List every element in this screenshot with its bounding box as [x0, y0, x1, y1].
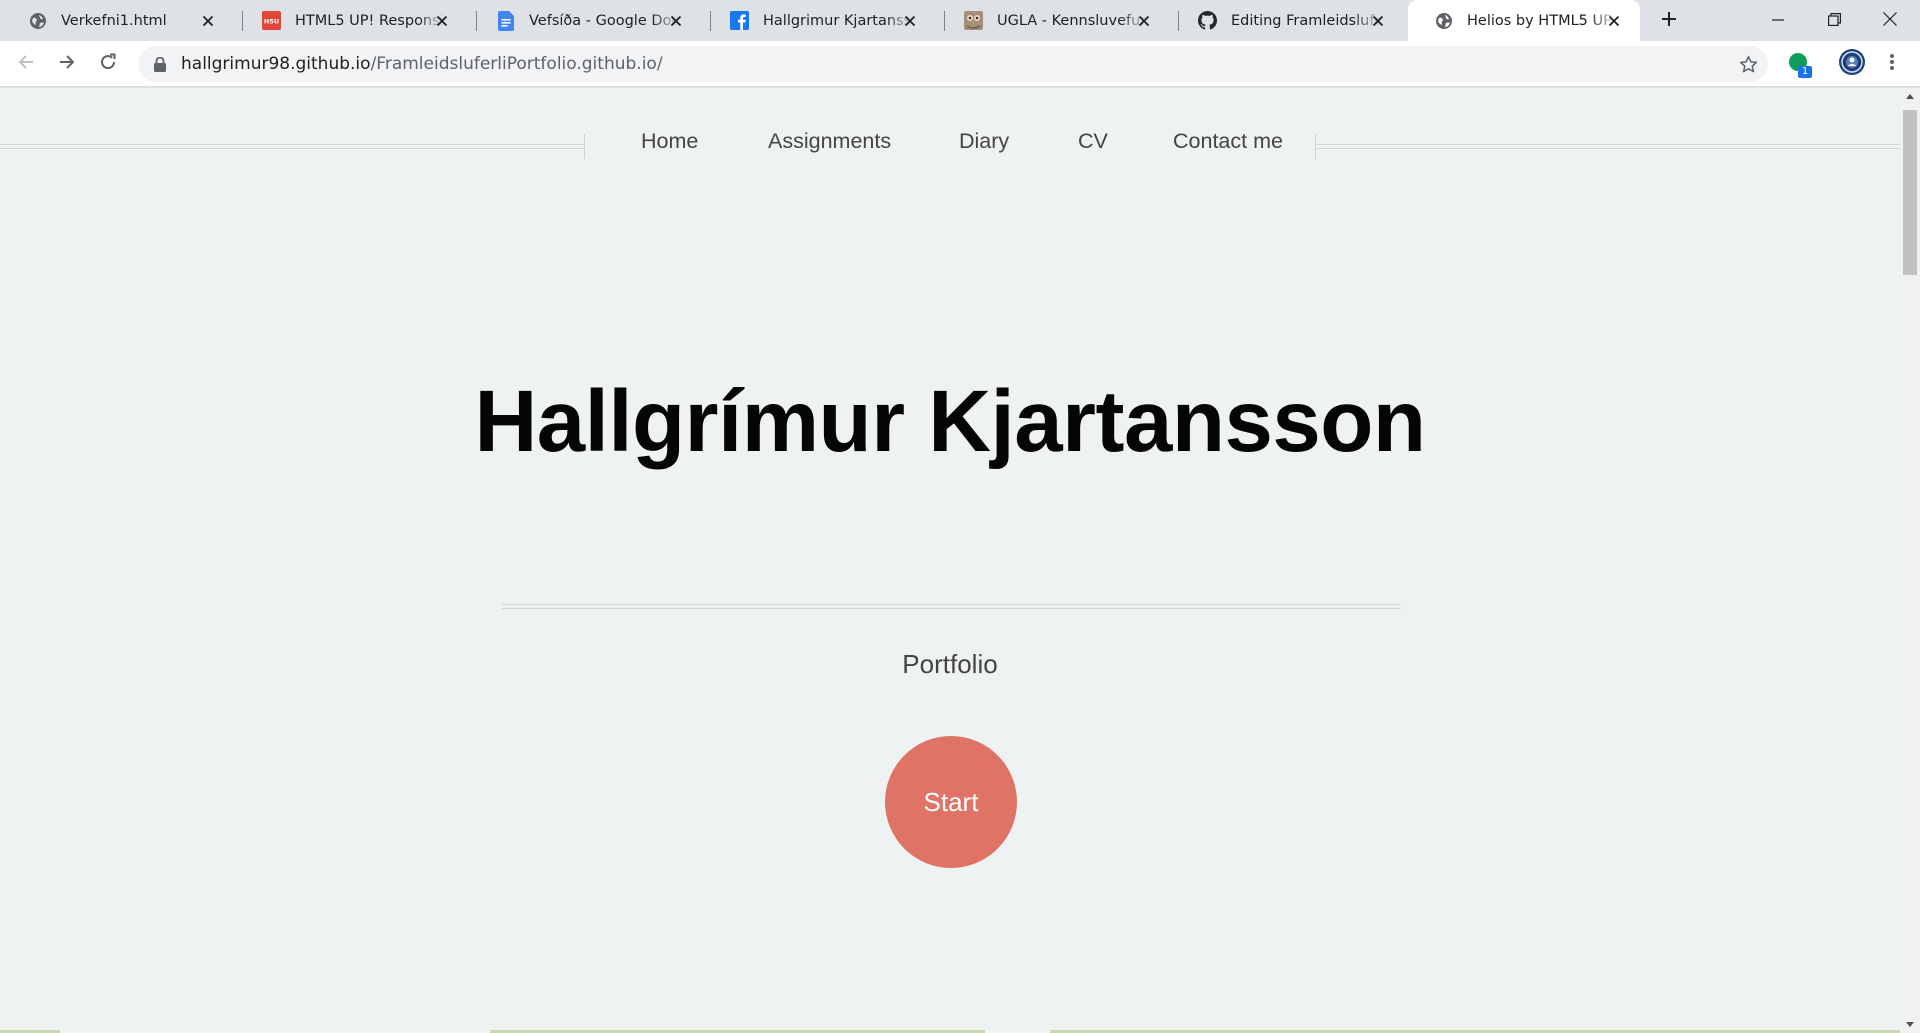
- url-text: hallgrimur98.github.io/FramleidsluferliP…: [181, 54, 663, 74]
- facebook-icon: [730, 11, 749, 30]
- close-icon[interactable]: [198, 11, 218, 31]
- nav-home[interactable]: Home: [641, 130, 698, 153]
- close-icon[interactable]: [666, 11, 686, 31]
- back-arrow-icon: [17, 53, 35, 75]
- ugla-icon: [964, 11, 983, 30]
- minimize-icon: [1772, 11, 1784, 30]
- reload-icon: [99, 53, 117, 75]
- close-window-icon: [1883, 11, 1897, 30]
- close-window-button[interactable]: [1862, 0, 1918, 41]
- minimize-button[interactable]: [1750, 0, 1806, 41]
- page-viewport: Home Assignments Diary CV Contact me Hal…: [0, 88, 1920, 1033]
- nav-assignments[interactable]: Assignments: [768, 130, 891, 153]
- tab-github[interactable]: Editing Framleidsluferli: [1172, 0, 1404, 41]
- tab-verkefni[interactable]: Verkefni1.html: [2, 0, 234, 41]
- nav-divider-tick: [1315, 134, 1316, 159]
- scroll-up-arrow[interactable]: [1900, 88, 1920, 105]
- close-icon[interactable]: [1368, 11, 1388, 31]
- tab-title: Helios by HTML5 UP: [1467, 12, 1612, 29]
- browser-toolbar: hallgrimur98.github.io/FramleidsluferliP…: [0, 41, 1920, 87]
- tab-google-docs[interactable]: Vefsíða - Google Docs: [470, 0, 702, 41]
- tab-strip: Verkefni1.html H5U HTML5 UP! Responsive …: [0, 0, 1920, 41]
- restore-icon: [1827, 11, 1841, 30]
- url-host: hallgrimur98.github.io: [181, 54, 371, 74]
- tab-title: UGLA - Kennsluvefur: [997, 12, 1147, 29]
- tab-ugla[interactable]: UGLA - Kennsluvefur: [938, 0, 1170, 41]
- back-button[interactable]: [9, 47, 43, 81]
- tab-facebook[interactable]: Hallgrimur Kjartansson: [704, 0, 936, 41]
- nav-divider-left: [0, 144, 584, 149]
- tab-title: Hallgrimur Kjartansson: [763, 12, 913, 29]
- extension-button[interactable]: 1: [1782, 48, 1814, 80]
- close-icon[interactable]: [1604, 11, 1624, 31]
- lock-icon[interactable]: [152, 56, 168, 72]
- forward-arrow-icon: [58, 53, 76, 75]
- new-tab-button[interactable]: [1655, 7, 1683, 35]
- page-content: Home Assignments Diary CV Contact me Hal…: [0, 88, 1900, 1033]
- more-vert-icon: [1889, 53, 1895, 75]
- google-docs-icon: [496, 10, 515, 31]
- tab-title: Vefsíða - Google Docs: [529, 12, 679, 29]
- close-icon[interactable]: [900, 11, 920, 31]
- hero-subtitle: Portfolio: [902, 649, 998, 679]
- globe-icon: [1434, 11, 1453, 30]
- html5up-icon: H5U: [262, 11, 281, 30]
- close-icon[interactable]: [1134, 11, 1154, 31]
- globe-icon: [28, 11, 47, 30]
- nav-diary[interactable]: Diary: [959, 130, 1009, 153]
- scrollbar-thumb[interactable]: [1903, 110, 1917, 275]
- nav-cv[interactable]: CV: [1078, 130, 1108, 153]
- restore-button[interactable]: [1806, 0, 1862, 41]
- extension-badge: 1: [1798, 66, 1812, 78]
- forward-button[interactable]: [50, 47, 84, 81]
- scroll-down-arrow[interactable]: [1900, 1016, 1920, 1033]
- hero-divider: [502, 604, 1401, 609]
- url-path: /FramleidsluferliPortfolio.github.io/: [370, 54, 663, 74]
- nav-divider-tick: [584, 134, 585, 159]
- nav-divider-right: [1315, 144, 1900, 149]
- vertical-scrollbar[interactable]: [1900, 88, 1920, 1033]
- start-button[interactable]: Start: [885, 736, 1017, 868]
- address-bar[interactable]: hallgrimur98.github.io/FramleidsluferliP…: [138, 46, 1768, 82]
- tab-html5up[interactable]: H5U HTML5 UP! Responsive: [236, 0, 468, 41]
- profile-avatar[interactable]: [1836, 48, 1868, 80]
- tab-title: Editing Framleidsluferli: [1231, 12, 1381, 29]
- avatar-icon: [1838, 48, 1866, 80]
- browser-menu-button[interactable]: [1878, 48, 1906, 80]
- tab-helios-active[interactable]: Helios by HTML5 UP: [1408, 0, 1640, 41]
- nav-contact[interactable]: Contact me: [1173, 130, 1283, 153]
- hero-title: Hallgrímur Kjartansson: [474, 373, 1426, 470]
- html5up-favicon-text: H5U: [264, 18, 279, 26]
- tab-title: HTML5 UP! Responsive: [295, 12, 445, 29]
- close-icon[interactable]: [432, 11, 452, 31]
- bookmark-star-icon[interactable]: [1736, 52, 1760, 76]
- reload-button[interactable]: [91, 47, 125, 81]
- tab-title: Verkefni1.html: [61, 12, 167, 29]
- github-icon: [1198, 11, 1217, 30]
- plus-icon: [1661, 11, 1677, 31]
